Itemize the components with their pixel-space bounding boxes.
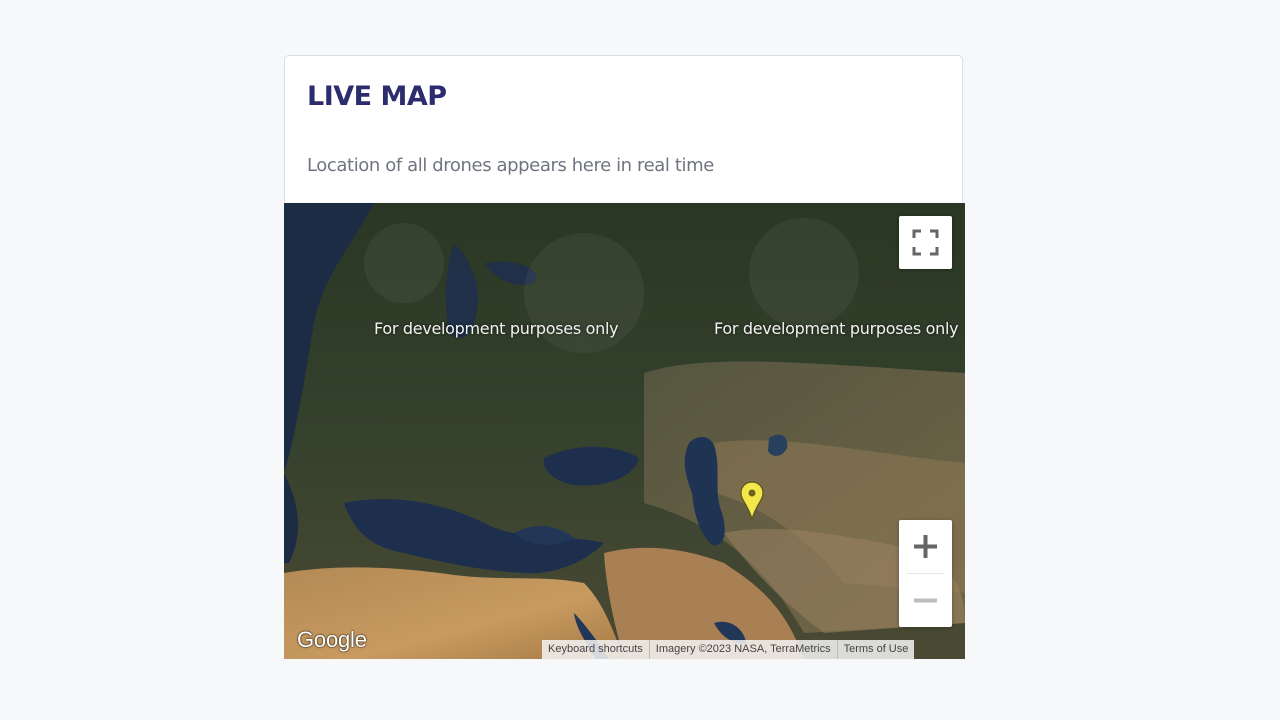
terms-of-use-link[interactable]: Terms of Use	[836, 640, 915, 659]
fullscreen-icon	[912, 229, 939, 256]
drone-marker[interactable]	[740, 481, 764, 525]
satellite-imagery	[284, 203, 965, 659]
dev-watermark-left: For development purposes only	[374, 319, 619, 338]
google-logo[interactable]: Google	[297, 627, 367, 653]
page-title: LIVE MAP	[307, 81, 447, 112]
zoom-controls	[899, 520, 952, 627]
map-pin-icon	[740, 481, 764, 522]
minus-icon	[914, 598, 937, 603]
dev-watermark-right: For development purposes only	[714, 319, 959, 338]
keyboard-shortcuts-link[interactable]: Keyboard shortcuts	[542, 640, 649, 659]
live-map[interactable]: For development purposes only For develo…	[284, 203, 965, 659]
fullscreen-button[interactable]	[899, 216, 952, 269]
plus-icon	[914, 535, 937, 558]
zoom-out-button[interactable]	[899, 574, 952, 627]
map-attribution: Keyboard shortcuts Imagery ©2023 NASA, T…	[542, 640, 915, 659]
card-subtitle: Location of all drones appears here in r…	[307, 155, 714, 176]
imagery-credit: Imagery ©2023 NASA, TerraMetrics	[648, 640, 837, 659]
live-map-card-header: LIVE MAP Location of all drones appears …	[284, 55, 963, 202]
zoom-in-button[interactable]	[899, 520, 952, 573]
